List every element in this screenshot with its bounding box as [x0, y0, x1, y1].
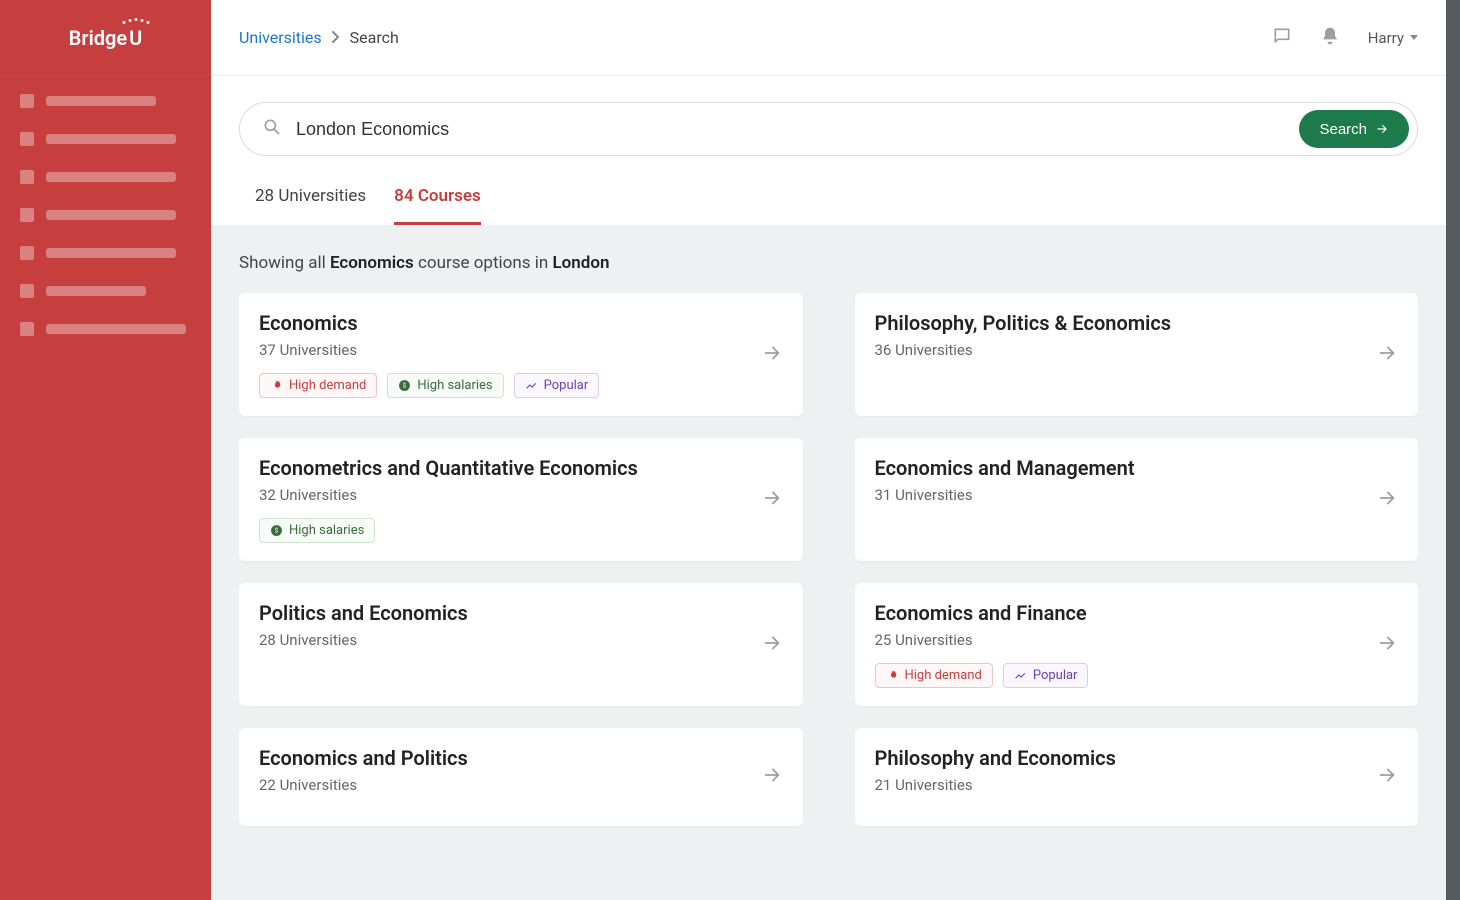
nav-placeholder-label	[46, 96, 156, 106]
course-card[interactable]: Politics and Economics 28 Universities	[239, 583, 803, 706]
nav-placeholder-icon	[20, 284, 34, 298]
course-title: Econometrics and Quantitative Economics	[259, 456, 761, 480]
breadcrumb-root[interactable]: Universities	[239, 28, 322, 47]
user-name: Harry	[1368, 29, 1404, 47]
course-sub: 21 Universities	[875, 776, 1377, 794]
nav-placeholder-icon	[20, 322, 34, 336]
search-section: Search 28 Universities 84 Courses	[211, 76, 1446, 225]
breadcrumb-current: Search	[350, 28, 399, 47]
badge-high-demand: High demand	[875, 663, 993, 688]
arrow-right-icon	[1376, 342, 1398, 368]
svg-text:$: $	[403, 382, 407, 390]
bell-icon[interactable]	[1320, 26, 1340, 50]
nav-placeholder-label	[46, 210, 176, 220]
nav-placeholder-label	[46, 286, 146, 296]
sidebar-item[interactable]	[20, 246, 191, 260]
nav-placeholder-icon	[20, 208, 34, 222]
course-title: Economics	[259, 311, 761, 335]
badge-high-demand: High demand	[259, 373, 377, 398]
nav-placeholder-label	[46, 172, 176, 182]
arrow-right-icon	[761, 632, 783, 658]
searchbar: Search	[239, 102, 1418, 156]
tab-courses[interactable]: 84 Courses	[394, 186, 481, 225]
course-sub: 36 Universities	[875, 341, 1377, 359]
fire-icon	[270, 379, 283, 392]
course-sub: 31 Universities	[875, 486, 1377, 504]
course-sub: 25 Universities	[875, 631, 1377, 649]
badge-row: High demand $High salaries Popular	[259, 373, 761, 398]
results-heading: Showing all Economics course options in …	[239, 253, 1418, 273]
course-title: Economics and Politics	[259, 746, 761, 770]
sidebar-item[interactable]	[20, 208, 191, 222]
course-sub: 32 Universities	[259, 486, 761, 504]
sidebar-item[interactable]	[20, 322, 191, 336]
trend-icon	[1014, 669, 1027, 682]
chevron-right-icon	[332, 28, 340, 47]
sidebar-nav	[0, 76, 211, 354]
course-card[interactable]: Philosophy and Economics 21 Universities	[855, 728, 1419, 826]
course-card[interactable]: Economics and Politics 22 Universities	[239, 728, 803, 826]
search-button-label: Search	[1319, 121, 1367, 138]
nav-placeholder-label	[46, 134, 176, 144]
user-menu[interactable]: Harry	[1368, 29, 1418, 47]
nav-placeholder-icon	[20, 170, 34, 184]
sidebar-item[interactable]	[20, 132, 191, 146]
caret-down-icon	[1410, 35, 1418, 40]
course-card[interactable]: Econometrics and Quantitative Economics 3…	[239, 438, 803, 561]
course-title: Philosophy and Economics	[875, 746, 1377, 770]
nav-placeholder-icon	[20, 246, 34, 260]
course-card[interactable]: Economics 37 Universities High demand $High…	[239, 293, 803, 416]
dollar-icon: $	[270, 524, 283, 537]
search-input[interactable]	[296, 119, 1285, 140]
badge-high-salaries: $High salaries	[387, 373, 503, 398]
trend-icon	[525, 379, 538, 392]
breadcrumb: Universities Search	[239, 28, 399, 47]
fire-icon	[886, 669, 899, 682]
sidebar: BridgeU	[0, 0, 211, 900]
tab-universities[interactable]: 28 Universities	[255, 186, 366, 225]
course-grid: Economics37 UniversitiesHigh demand$High…	[239, 293, 1418, 826]
sidebar-item[interactable]	[20, 284, 191, 298]
badge-popular: Popular	[514, 373, 600, 398]
sidebar-item[interactable]	[20, 94, 191, 108]
nav-placeholder-icon	[20, 94, 34, 108]
arrow-right-icon	[1376, 632, 1398, 658]
topbar-actions: Harry	[1272, 26, 1418, 50]
arrow-right-icon	[1375, 122, 1389, 136]
badge-row: $High salaries	[259, 518, 761, 543]
svg-text:$: $	[275, 527, 279, 535]
arrow-right-icon	[761, 342, 783, 368]
course-sub: 28 Universities	[259, 631, 761, 649]
course-title: Politics and Economics	[259, 601, 761, 625]
badge-high-salaries: $High salaries	[259, 518, 375, 543]
course-card[interactable]: Economics and Management 31 Universities	[855, 438, 1419, 561]
dollar-icon: $	[398, 379, 411, 392]
course-sub: 22 Universities	[259, 776, 761, 794]
course-title: Philosophy, Politics & Economics	[875, 311, 1377, 335]
arrow-right-icon	[761, 487, 783, 513]
course-title: Economics and Finance	[875, 601, 1377, 625]
course-card[interactable]: Economics and Finance 25 Universities High…	[855, 583, 1419, 706]
arrow-right-icon	[761, 764, 783, 790]
course-title: Economics and Management	[875, 456, 1377, 480]
topbar: Universities Search Harry	[211, 0, 1446, 76]
badge-row: High demand Popular	[875, 663, 1377, 688]
results-area: Showing all Economics course options in …	[211, 225, 1446, 900]
course-sub: 37 Universities	[259, 341, 761, 359]
course-card[interactable]: Philosophy, Politics & Economics 36 Unive…	[855, 293, 1419, 416]
search-button[interactable]: Search	[1299, 110, 1409, 148]
main-area: Universities Search Harry	[211, 0, 1460, 900]
sidebar-item[interactable]	[20, 170, 191, 184]
search-icon	[262, 117, 282, 141]
arrow-right-icon	[1376, 487, 1398, 513]
nav-placeholder-label	[46, 248, 176, 258]
tabs: 28 Universities 84 Courses	[239, 186, 1418, 225]
nav-placeholder-icon	[20, 132, 34, 146]
nav-placeholder-label	[46, 324, 186, 334]
arrow-right-icon	[1376, 764, 1398, 790]
logo-area: BridgeU	[0, 0, 211, 76]
chat-icon[interactable]	[1272, 26, 1292, 50]
badge-popular: Popular	[1003, 663, 1089, 688]
logo: BridgeU	[69, 26, 143, 50]
